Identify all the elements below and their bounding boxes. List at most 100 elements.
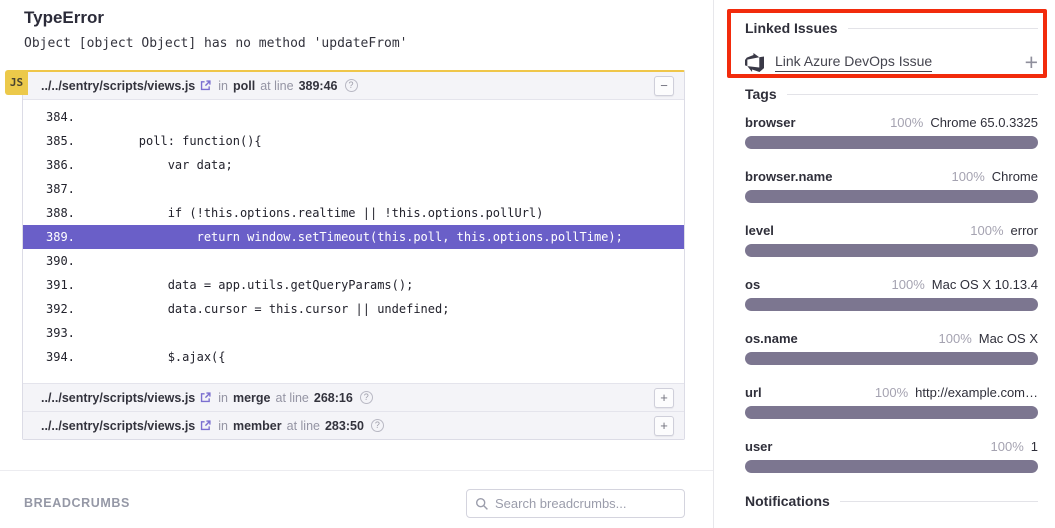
code-text: if (!this.options.realtime || !this.opti… [81,201,543,225]
tag-distribution-bar[interactable] [745,460,1038,473]
expand-frame-button[interactable]: + [654,416,674,436]
code-text: return window.setTimeout(this.poll, this… [81,225,623,249]
tag-distribution-bar[interactable] [745,298,1038,311]
code-text: $.ajax({ [81,345,226,369]
tag-percent: 100% [875,385,908,400]
tag-row-url: url 100% http://example.com… [745,385,1038,419]
question-circle-icon[interactable]: ? [371,419,384,432]
js-language-badge: JS [5,70,28,95]
code-line: 384. [23,105,684,129]
frame-function: merge [233,391,271,405]
frame-function: poll [233,79,255,93]
code-line: 390. [23,249,684,273]
tag-name: os [745,277,760,292]
code-line-highlighted: 389. return window.setTimeout(this.poll,… [23,225,684,249]
tag-distribution-bar[interactable] [745,244,1038,257]
line-number: 389. [46,225,81,249]
code-line: 393. [23,321,684,345]
tag-name: browser.name [745,169,832,184]
plus-icon[interactable]: + [1025,52,1038,72]
search-input[interactable] [495,496,676,511]
tag-percent: 100% [890,115,923,130]
code-text: poll: function(){ [81,129,262,153]
notifications-heading-label: Notifications [745,493,830,509]
frame-atline-label: at line [287,419,320,433]
code-text: var data; [81,153,233,177]
azure-devops-icon [745,53,764,72]
tag-distribution-bar[interactable] [745,352,1038,365]
expand-frame-button[interactable]: + [654,388,674,408]
line-number: 384. [46,105,81,129]
code-line: 385. poll: function(){ [23,129,684,153]
tag-name: browser [745,115,796,130]
frame-in-label: in [218,419,228,433]
tag-row-browser-name: browser.name100%Chrome [745,169,1038,203]
section-divider [0,470,713,471]
code-line: 391. data = app.utils.getQueryParams(); [23,273,684,297]
tag-row-os: os100%Mac OS X 10.13.4 [745,277,1038,311]
tag-percent: 100% [892,277,925,292]
tag-name: level [745,223,774,238]
tag-distribution-bar[interactable] [745,406,1038,419]
external-link-icon[interactable] [200,392,211,403]
frame-in-label: in [218,79,228,93]
stack-frame-merge[interactable]: ../../sentry/scripts/views.js in merge a… [23,383,684,411]
tag-row-user: user100%1 [745,439,1038,473]
frame-line-number: 283:50 [325,419,364,433]
line-number: 386. [46,153,81,177]
code-snippet: 384. 385. poll: function(){ 386. var dat… [23,100,684,383]
stack-frame-member[interactable]: ../../sentry/scripts/views.js in member … [23,411,684,439]
breadcrumbs-search[interactable] [466,489,685,518]
question-circle-icon[interactable]: ? [360,391,373,404]
tag-distribution-bar[interactable] [745,136,1038,149]
issue-detail-page: TypeError Object [object Object] has no … [0,0,1055,528]
code-text: data = app.utils.getQueryParams(); [81,273,413,297]
line-number: 393. [46,321,81,345]
code-text: data.cursor = this.cursor || undefined; [81,297,449,321]
heading-rule [840,501,1038,502]
frame-filename[interactable]: ../../sentry/scripts/views.js [41,391,195,405]
linked-issues-heading: Linked Issues [745,0,1038,36]
tag-name: os.name [745,331,798,346]
external-link-icon[interactable] [200,80,211,91]
error-message: Object [object Object] has no method 'up… [24,36,408,51]
tag-value: Chrome [992,169,1038,184]
tag-value: Mac OS X [979,331,1038,346]
frame-line-number: 389:46 [299,79,338,93]
line-number: 394. [46,345,81,369]
link-azure-devops-issue-link[interactable]: Link Azure DevOps Issue [775,53,932,72]
heading-rule [787,94,1038,95]
breadcrumbs-heading: BREADCRUMBS [24,496,130,510]
stack-frame-poll[interactable]: ../../sentry/scripts/views.js in poll at… [23,72,684,100]
line-number: 390. [46,249,81,273]
code-line: 394. $.ajax({ [23,345,684,369]
tag-percent: 100% [991,439,1024,454]
tag-row-os-name: os.name 100% Mac OS X [745,331,1038,365]
frame-line-number: 268:16 [314,391,353,405]
tag-name: url [745,385,762,400]
line-number: 387. [46,177,81,201]
external-link-icon[interactable] [200,420,211,431]
tag-percent: 100% [939,331,972,346]
line-number: 388. [46,201,81,225]
collapse-frame-button[interactable]: − [654,76,674,96]
link-azure-devops-row[interactable]: Link Azure DevOps Issue + [745,49,1038,75]
heading-rule [848,28,1038,29]
frame-filename[interactable]: ../../sentry/scripts/views.js [41,419,195,433]
frame-filename[interactable]: ../../sentry/scripts/views.js [41,79,195,93]
frame-in-label: in [218,391,228,405]
tag-value: http://example.com… [915,385,1038,400]
linked-issues-heading-label: Linked Issues [745,20,838,36]
tag-row-level: level100%error [745,223,1038,257]
frame-atline-label: at line [260,79,293,93]
tags-heading-label: Tags [745,86,777,102]
notifications-heading: Notifications [745,493,1038,509]
frame-function: member [233,419,282,433]
tag-percent: 100% [970,223,1003,238]
tag-distribution-bar[interactable] [745,190,1038,203]
question-circle-icon[interactable]: ? [345,79,358,92]
frame-atline-label: at line [276,391,309,405]
line-number: 391. [46,273,81,297]
tag-value: Chrome 65.0.3325 [930,115,1038,130]
code-line: 392. data.cursor = this.cursor || undefi… [23,297,684,321]
